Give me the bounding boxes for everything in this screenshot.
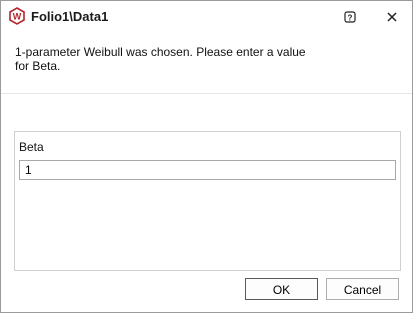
close-icon bbox=[387, 12, 397, 22]
help-button[interactable]: ? bbox=[341, 8, 359, 26]
divider bbox=[1, 93, 412, 94]
instruction-message: 1-parameter Weibull was chosen. Please e… bbox=[15, 45, 306, 73]
question-icon: ? bbox=[344, 11, 356, 23]
svg-text:?: ? bbox=[348, 13, 353, 22]
close-button[interactable] bbox=[383, 8, 401, 26]
svg-text:W: W bbox=[13, 12, 22, 22]
window-title: Folio1\Data1 bbox=[31, 9, 109, 24]
beta-label: Beta bbox=[19, 140, 44, 154]
ok-button[interactable]: OK bbox=[245, 278, 318, 300]
title-bar: W Folio1\Data1 ? bbox=[1, 1, 412, 33]
beta-input[interactable] bbox=[19, 160, 396, 180]
parameter-group: Beta bbox=[14, 131, 401, 271]
cancel-button[interactable]: Cancel bbox=[326, 278, 399, 300]
dialog-window: W Folio1\Data1 ? 1-parameter Weibull was… bbox=[0, 0, 413, 313]
weibull-app-icon: W bbox=[8, 7, 26, 25]
